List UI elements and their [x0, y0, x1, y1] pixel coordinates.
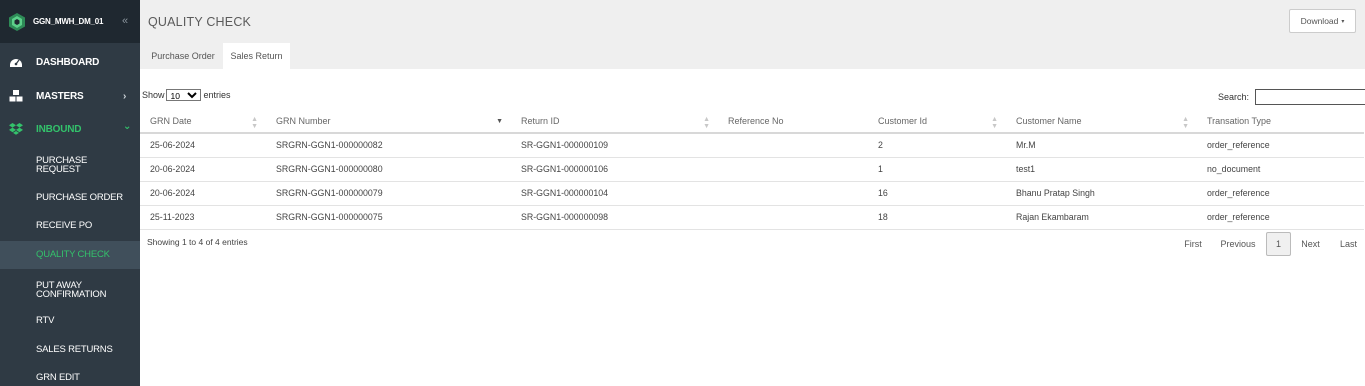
- cell-reference-no: [718, 180, 868, 205]
- cell-reference-no: [718, 204, 868, 230]
- cubes-icon: [9, 90, 23, 102]
- nav-purchase-request[interactable]: PURCHASE REQUEST: [0, 153, 140, 177]
- column-header-reference-no[interactable]: Reference No: [718, 109, 868, 134]
- column-header-grn-date[interactable]: GRN Date ▲ ▼: [140, 109, 266, 134]
- download-button-label: Download: [1300, 16, 1339, 26]
- cell-grn-date: 20-06-2024: [140, 180, 266, 205]
- cell-customer-name: Bhanu Pratap Singh: [1006, 180, 1197, 205]
- nav-masters-label: MASTERS: [36, 90, 84, 102]
- nav-sales-returns[interactable]: SALES RETURNS: [0, 342, 140, 356]
- logo-icon: [9, 12, 25, 31]
- nav-receive-po-label: RECEIVE PO: [36, 220, 93, 231]
- cell-grn-date: 20-06-2024: [140, 156, 266, 181]
- nav-dashboard-label: DASHBOARD: [36, 56, 100, 68]
- sort-icon: ▲ ▼: [991, 116, 998, 130]
- search-label: Search:: [1218, 92, 1250, 102]
- table-row[interactable]: 25-06-2024 SRGRN-GGN1-000000082 SR-GGN1-…: [140, 132, 1364, 157]
- show-label: Show: [142, 90, 165, 100]
- warehouse-name: GGN_MWH_DM_01: [33, 17, 104, 26]
- page-header: QUALITY CHECK Download ▾ Purchase Order …: [140, 0, 1365, 69]
- cell-reference-no: [718, 132, 868, 157]
- pager-previous-button[interactable]: Previous: [1218, 232, 1258, 256]
- sort-icon: ▲ ▼: [703, 116, 710, 130]
- cell-grn-date: 25-06-2024: [140, 132, 266, 157]
- caret-down-icon: ▾: [1341, 18, 1345, 25]
- cell-reference-no: [718, 156, 868, 181]
- cell-customer-id: 2: [868, 132, 1006, 157]
- column-header-customer-id[interactable]: Customer Id ▲ ▼: [868, 109, 1006, 134]
- cell-grn-number: SRGRN-GGN1-000000082: [266, 132, 511, 157]
- nav-purchase-request-label: PURCHASE REQUEST: [36, 155, 88, 175]
- dropbox-icon: [9, 123, 23, 135]
- cell-return-id: SR-GGN1-000000106: [511, 156, 718, 181]
- nav-inbound[interactable]: INBOUND ⌄: [0, 119, 140, 139]
- table-row[interactable]: 25-11-2023 SRGRN-GGN1-000000075 SR-GGN1-…: [140, 204, 1364, 230]
- cell-grn-number: SRGRN-GGN1-000000079: [266, 180, 511, 205]
- cell-grn-date: 25-11-2023: [140, 204, 266, 230]
- cell-customer-name: Mr.M: [1006, 132, 1197, 157]
- column-header-transation-type[interactable]: Transation Type: [1197, 109, 1364, 134]
- table-row[interactable]: 20-06-2024 SRGRN-GGN1-000000079 SR-GGN1-…: [140, 180, 1364, 205]
- pager-last-button[interactable]: Last: [1335, 232, 1362, 256]
- table-row[interactable]: 20-06-2024 SRGRN-GGN1-000000080 SR-GGN1-…: [140, 156, 1364, 181]
- cell-grn-number: SRGRN-GGN1-000000075: [266, 204, 511, 230]
- chevron-right-icon: ›: [123, 90, 127, 102]
- pager-first-button[interactable]: First: [1180, 232, 1206, 256]
- dashboard-icon: [10, 59, 22, 67]
- cell-customer-id: 1: [868, 156, 1006, 181]
- column-header-return-id[interactable]: Return ID ▲ ▼: [511, 109, 718, 134]
- cell-customer-id: 16: [868, 180, 1006, 205]
- cell-customer-name: Rajan Ekambaram: [1006, 204, 1197, 230]
- pager-page-1-button[interactable]: 1: [1266, 232, 1291, 256]
- sort-desc-icon: ▼: [496, 118, 503, 125]
- cell-grn-number: SRGRN-GGN1-000000080: [266, 156, 511, 181]
- sort-icon: ▲ ▼: [251, 116, 258, 130]
- column-header-customer-name[interactable]: Customer Name ▲ ▼: [1006, 109, 1197, 134]
- nav-receive-po[interactable]: RECEIVE PO: [0, 218, 140, 232]
- nav-put-away-confirmation[interactable]: PUT AWAY CONFIRMATION: [0, 278, 140, 302]
- page-size-select[interactable]: 10: [165, 89, 201, 101]
- page-title: QUALITY CHECK: [148, 15, 252, 29]
- cell-transation-type: no_document: [1197, 156, 1364, 181]
- nav-dashboard[interactable]: DASHBOARD: [0, 52, 140, 72]
- brand-bar: GGN_MWH_DM_01 «: [0, 0, 140, 43]
- nav-rtv-label: RTV: [36, 315, 55, 326]
- cell-transation-type: order_reference: [1197, 204, 1364, 230]
- cell-return-id: SR-GGN1-000000098: [511, 204, 718, 230]
- nav-inbound-label: INBOUND: [36, 123, 82, 135]
- cell-return-id: SR-GGN1-000000104: [511, 180, 718, 205]
- sort-icon: ▲ ▼: [1182, 116, 1189, 130]
- cell-transation-type: order_reference: [1197, 180, 1364, 205]
- search-input[interactable]: [1255, 89, 1365, 105]
- entries-label: entries: [203, 90, 231, 100]
- nav-purchase-order[interactable]: PURCHASE ORDER: [0, 190, 140, 204]
- nav-put-away-confirmation-label: PUT AWAY CONFIRMATION: [36, 280, 107, 300]
- tab-purchase-order[interactable]: Purchase Order: [143, 43, 223, 69]
- download-button[interactable]: Download ▾: [1289, 9, 1356, 33]
- search-control: Search:: [1218, 89, 1365, 105]
- collapse-sidebar-icon[interactable]: «: [122, 15, 128, 27]
- cell-customer-id: 18: [868, 204, 1006, 230]
- nav-quality-check[interactable]: QUALITY CHECK: [0, 241, 140, 269]
- cell-customer-name: test1: [1006, 156, 1197, 181]
- table-header-row: GRN Date ▲ ▼ GRN Number ▼ Return ID ▲ ▼ Refer…: [140, 109, 1364, 134]
- table-info: Showing 1 to 4 of 4 entries: [147, 237, 248, 247]
- sidebar: GGN_MWH_DM_01 « DASHBOARD MASTERS › INBO…: [0, 0, 140, 386]
- chevron-down-icon: ⌄: [123, 121, 132, 132]
- sales-return-table: GRN Date ▲ ▼ GRN Number ▼ Return ID ▲ ▼ Refer…: [140, 109, 1364, 230]
- pager-next-button[interactable]: Next: [1297, 232, 1324, 256]
- cell-return-id: SR-GGN1-000000109: [511, 132, 718, 157]
- nav-grn-edit[interactable]: GRN EDIT: [0, 370, 140, 384]
- page-size-control: Show 10 entries: [142, 89, 231, 101]
- nav-grn-edit-label: GRN EDIT: [36, 372, 80, 383]
- cell-transation-type: order_reference: [1197, 132, 1364, 157]
- nav-quality-check-label: QUALITY CHECK: [36, 249, 110, 260]
- tab-sales-return[interactable]: Sales Return: [223, 43, 290, 69]
- nav-purchase-order-label: PURCHASE ORDER: [36, 192, 123, 203]
- nav-sales-returns-label: SALES RETURNS: [36, 344, 113, 355]
- column-header-grn-number[interactable]: GRN Number ▼: [266, 109, 511, 134]
- nav-rtv[interactable]: RTV: [0, 313, 140, 327]
- nav-masters[interactable]: MASTERS ›: [0, 86, 140, 106]
